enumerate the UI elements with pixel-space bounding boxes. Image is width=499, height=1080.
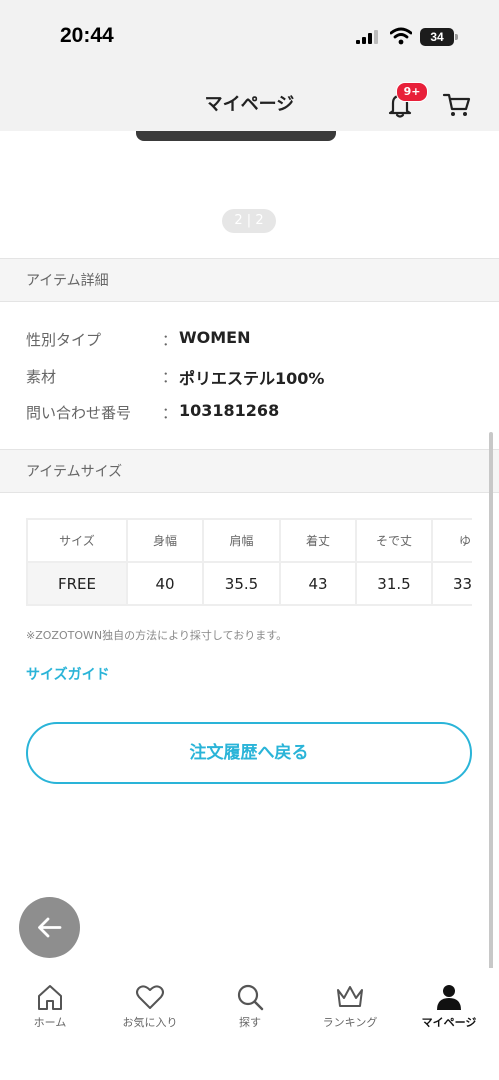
tab-home[interactable]: ホーム [0, 968, 100, 1048]
item-size-header: アイテムサイズ [0, 449, 499, 493]
size-cell: 33 [431, 561, 472, 606]
tab-mypage[interactable]: マイページ [399, 968, 499, 1048]
arrow-left-icon [38, 917, 62, 938]
size-column-header: ゆ [431, 518, 472, 563]
cart-icon[interactable] [442, 90, 472, 120]
tab-label: ランキング [322, 1016, 378, 1029]
product-image [136, 131, 336, 141]
search-icon [237, 984, 264, 1011]
tab-search[interactable]: 探す [200, 968, 300, 1048]
signal-icon [356, 30, 378, 44]
detail-value: WOMEN [179, 328, 251, 347]
heart-icon [136, 985, 164, 1009]
crown-icon [337, 986, 363, 1007]
detail-label: 問い合わせ番号 [26, 404, 132, 422]
detail-colon: ： [162, 331, 178, 349]
size-column-header: サイズ [26, 518, 128, 563]
tab-label: お気に入り [122, 1016, 178, 1029]
detail-value: 103181268 [179, 401, 280, 420]
wifi-icon [390, 27, 412, 45]
detail-row-inquiry-number: 問い合わせ番号 ： 103181268 [26, 401, 486, 426]
product-image-gallery[interactable]: 2 | 2 [0, 131, 499, 259]
scrollbar[interactable] [489, 432, 493, 972]
detail-value: ポリエステル100% [179, 369, 325, 388]
size-column-header: 肩幅 [202, 518, 281, 563]
person-icon [437, 985, 461, 1010]
size-table-header-row: サイズ 身幅 肩幅 着丈 そで丈 ゆ [26, 518, 472, 563]
size-table: サイズ 身幅 肩幅 着丈 そで丈 ゆ FREE 40 35.5 43 31.5 … [26, 518, 472, 606]
size-guide-link[interactable]: サイズガイド [26, 664, 110, 684]
item-details-header: アイテム詳細 [0, 258, 499, 302]
home-icon [38, 985, 62, 1010]
tab-label: ホーム [33, 1016, 67, 1029]
size-column-header: 身幅 [126, 518, 204, 563]
size-note: ※ZOZOTOWN独自の方法により採寸しております。 [26, 629, 288, 642]
size-cell: 43 [279, 561, 357, 606]
detail-label: 素材 [26, 368, 57, 386]
back-to-order-history-button[interactable]: 注文履歴へ戻る [26, 722, 472, 784]
tab-ranking[interactable]: ランキング [300, 968, 400, 1048]
detail-colon: ： [162, 404, 178, 422]
size-column-header: 着丈 [279, 518, 357, 563]
item-size-heading: アイテムサイズ [26, 464, 123, 480]
status-bar: 20:44 34 [0, 0, 499, 76]
battery-tip [455, 34, 458, 40]
size-cell: 31.5 [355, 561, 433, 606]
detail-row-material: 素材 ： ポリエステル100% [26, 366, 486, 390]
size-cell: 35.5 [202, 561, 281, 606]
size-cell: 40 [126, 561, 204, 606]
bottom-tab-bar: ホーム お気に入り 探す ランキング マイページ [0, 968, 499, 1080]
status-time: 20:44 [60, 24, 114, 47]
notification-badge: 9+ [396, 82, 428, 102]
battery-indicator: 34 [420, 28, 454, 46]
tab-label: マイページ [421, 1016, 477, 1029]
item-details-heading: アイテム詳細 [26, 273, 109, 289]
app-header: マイページ 9+ [0, 76, 499, 131]
size-table-row: FREE 40 35.5 43 31.5 33 [26, 561, 472, 606]
detail-colon: ： [162, 368, 178, 386]
tab-label: 探す [239, 1016, 261, 1029]
detail-label: 性別タイプ [26, 331, 102, 349]
gallery-pager: 2 | 2 [222, 209, 276, 233]
detail-row-gender: 性別タイプ ： WOMEN [26, 328, 486, 353]
size-column-header: そで丈 [355, 518, 433, 563]
floating-back-button[interactable] [19, 897, 80, 958]
tab-favorites[interactable]: お気に入り [100, 968, 200, 1048]
size-table-scroll[interactable]: サイズ 身幅 肩幅 着丈 そで丈 ゆ FREE 40 35.5 43 31.5 … [26, 518, 472, 608]
size-row-label: FREE [26, 561, 128, 606]
